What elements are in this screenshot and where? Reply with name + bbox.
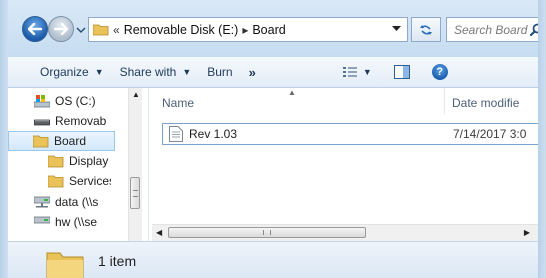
back-button[interactable] xyxy=(22,16,48,42)
sort-ascending-icon: ▲ xyxy=(288,88,296,97)
chevron-down-icon: ▼ xyxy=(362,67,372,77)
scrollbar-thumb[interactable] xyxy=(130,177,140,209)
breadcrumb-overflow-icon[interactable]: « xyxy=(113,23,120,37)
nav-item-label: OS (C:) xyxy=(55,94,96,108)
organize-button[interactable]: Organize ▼ xyxy=(8,61,112,83)
drive-icon xyxy=(34,95,50,108)
breadcrumb-removable-disk[interactable]: Removable Disk (E:) xyxy=(124,23,239,37)
window-frame-right xyxy=(538,0,546,278)
removable-drive-icon xyxy=(34,119,50,126)
burn-label: Burn xyxy=(207,65,233,79)
file-date-modified: 7/14/2017 3:0 xyxy=(453,127,527,141)
file-row[interactable]: Rev 1.03 7/14/2017 3:0 xyxy=(162,123,538,145)
arrow-right-icon xyxy=(54,23,68,35)
share-with-button[interactable]: Share with ▼ xyxy=(112,61,200,83)
folder-icon xyxy=(33,135,49,148)
address-bar[interactable]: « Removable Disk (E:) ▸ Board xyxy=(88,17,408,42)
folder-icon xyxy=(48,175,64,188)
nav-item-label: Removable Disk (E:) xyxy=(55,114,107,128)
nav-item-label: data (\\s xyxy=(55,195,99,209)
command-bar: Organize ▼ Share with ▼ Burn » ▼ ? xyxy=(8,57,538,88)
search-input[interactable] xyxy=(452,21,530,38)
window-frame-left xyxy=(0,0,8,278)
column-headers: ▲ Name Date modifie xyxy=(152,88,538,114)
refresh-button[interactable] xyxy=(411,17,441,42)
folder-icon xyxy=(93,24,109,36)
file-name: Rev 1.03 xyxy=(189,127,238,141)
scroll-up-icon[interactable]: ▲ xyxy=(132,90,140,99)
network-drive-icon xyxy=(34,196,50,208)
help-button[interactable]: ? xyxy=(424,61,456,83)
more-commands-label: » xyxy=(248,64,256,80)
nav-item-label: hw (\\se xyxy=(55,215,98,229)
refresh-icon xyxy=(420,24,432,35)
help-icon: ? xyxy=(431,64,448,80)
arrow-left-icon xyxy=(28,23,42,35)
burn-button[interactable]: Burn xyxy=(199,61,240,83)
file-list: ▲ Name Date modifie Rev 1.03 7/14/2017 3… xyxy=(152,88,538,241)
search-box[interactable] xyxy=(446,17,544,42)
document-icon xyxy=(169,126,183,142)
horizontal-scrollbar[interactable]: ◀ ▶ xyxy=(152,224,538,241)
history-dropdown-icon[interactable] xyxy=(76,25,86,35)
more-commands-button[interactable]: » xyxy=(241,61,263,83)
column-header-name[interactable]: Name xyxy=(162,96,194,110)
change-view-button[interactable]: ▼ xyxy=(335,61,380,83)
preview-pane-icon xyxy=(393,65,410,79)
nav-item-label: Board xyxy=(54,134,87,148)
details-pane: 1 item xyxy=(8,241,538,278)
organize-label: Organize xyxy=(40,65,89,79)
folder-icon xyxy=(48,155,64,168)
breadcrumb-separator-icon[interactable]: ▸ xyxy=(242,23,248,37)
chevron-down-icon: ▼ xyxy=(182,67,192,77)
nav-item-label: Display xyxy=(69,154,109,168)
scroll-left-icon[interactable]: ◀ xyxy=(156,228,162,237)
breadcrumb-board[interactable]: Board xyxy=(252,23,285,37)
scrollbar-thumb[interactable] xyxy=(168,227,366,238)
address-bar-area: « Removable Disk (E:) ▸ Board xyxy=(0,0,546,57)
nav-item-label: Services xyxy=(69,174,111,188)
address-dropdown-icon[interactable] xyxy=(392,26,401,32)
column-divider[interactable] xyxy=(444,88,445,114)
views-icon xyxy=(342,67,357,77)
network-drive-icon xyxy=(34,216,50,224)
nav-item-board[interactable]: Board xyxy=(8,131,115,151)
navigation-pane-scrollbar[interactable]: ▲ xyxy=(128,88,142,241)
preview-pane-button[interactable] xyxy=(386,61,418,83)
item-count: 1 item xyxy=(98,253,137,269)
scroll-right-icon[interactable]: ▶ xyxy=(524,228,530,237)
folder-icon xyxy=(46,252,84,278)
explorer-window: « Removable Disk (E:) ▸ Board Organize xyxy=(0,0,546,278)
forward-button[interactable] xyxy=(48,16,74,42)
column-header-date-modified[interactable]: Date modifie xyxy=(452,96,519,110)
share-with-label: Share with xyxy=(119,65,177,79)
chevron-down-icon: ▼ xyxy=(94,67,104,77)
